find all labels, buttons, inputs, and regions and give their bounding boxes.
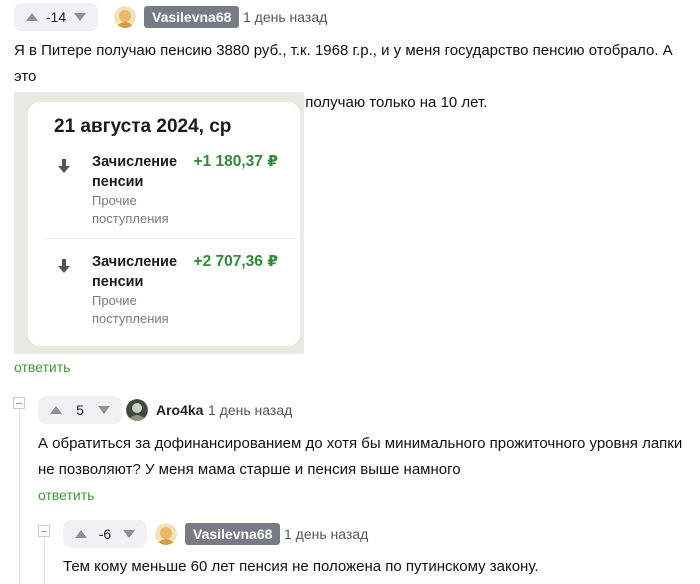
comment-time[interactable]: 1 день назад [208,399,292,421]
operation-category: Прочие поступления [92,192,169,228]
arrow-up-icon [50,406,62,414]
thread-line [44,536,45,584]
operation-category-line: Прочие [92,193,137,208]
operation-title-line: Зачисление [92,254,178,270]
bank-statement-card: 21 августа 2024, ср Зачисление пенсии Пр… [28,102,300,346]
comment-score: -6 [98,526,112,542]
avatar[interactable] [126,399,148,421]
arrow-up-icon [75,530,87,538]
operation-category: Прочие поступления [92,292,169,328]
thread-line [19,408,20,584]
upvote-button[interactable] [69,520,93,548]
comment-text-line: Тем кому меньше 60 лет пенсия не положен… [63,558,539,575]
avatar-user-icon [126,399,148,421]
avatar-user-icon [155,523,177,545]
comment-score: 5 [76,402,84,418]
downvote-button[interactable] [68,3,92,31]
comment-time[interactable]: 1 день назад [284,523,368,545]
attachment-image[interactable]: 21 августа 2024, ср Зачисление пенсии Пр… [14,92,304,354]
arrow-down-icon [58,259,70,273]
operation-title: Зачисление пенсии [92,252,177,292]
comment-time[interactable]: 1 день назад [243,6,327,28]
statement-date: 21 августа 2024, ср [54,116,232,137]
vote-widget: -6 [63,520,147,548]
reply-button[interactable]: ответить [38,487,94,503]
vote-widget: -14 [14,3,98,31]
comment-text-line: Я в Питере получаю пенсию 3880 руб., т.к… [14,42,673,85]
operation-title-line: Зачисление [92,154,178,170]
collapse-toggle[interactable] [38,525,50,537]
operation-category-line: поступления [92,311,169,326]
author-name[interactable]: Vasilevna68 [144,6,240,28]
avatar[interactable] [114,6,136,28]
avatar[interactable] [155,523,177,545]
comment-text-line: не позволяют? У меня мама старше и пенси… [38,461,461,478]
comment-text: А обратиться за дофинансированием до хот… [38,431,698,483]
reply-button[interactable]: ответить [14,359,70,375]
arrow-up-icon [26,13,38,21]
arrow-down-icon [58,159,70,173]
downvote-button[interactable] [117,520,141,548]
upvote-button[interactable] [44,396,68,424]
operation-title-line: пенсии [92,174,144,190]
operation-title: Зачисление пенсии [92,152,177,192]
arrow-down-icon [123,530,135,538]
operation-category-line: Прочие [92,293,137,308]
arrow-down-icon [74,13,86,21]
comment-text-line: А обратиться за дофинансированием до хот… [38,435,683,452]
author-name[interactable]: Aro4ka [156,399,203,421]
upvote-button[interactable] [20,3,44,31]
downvote-button[interactable] [92,396,116,424]
author-name[interactable]: Vasilevna68 [185,523,281,545]
vote-widget: 5 [38,396,122,424]
operation-amount: +1 180,37 ₽ [193,153,278,170]
operation-title-line: пенсии [92,274,144,290]
comment-score: -14 [45,9,67,25]
avatar-user-icon [114,6,136,28]
collapse-toggle[interactable] [13,397,25,409]
arrow-down-icon [98,406,110,414]
operation-category-line: поступления [92,211,169,226]
divider [42,238,298,239]
comment-text: Тем кому меньше 60 лет пенсия не положен… [63,554,693,580]
operation-amount: +2 707,36 ₽ [193,253,278,270]
